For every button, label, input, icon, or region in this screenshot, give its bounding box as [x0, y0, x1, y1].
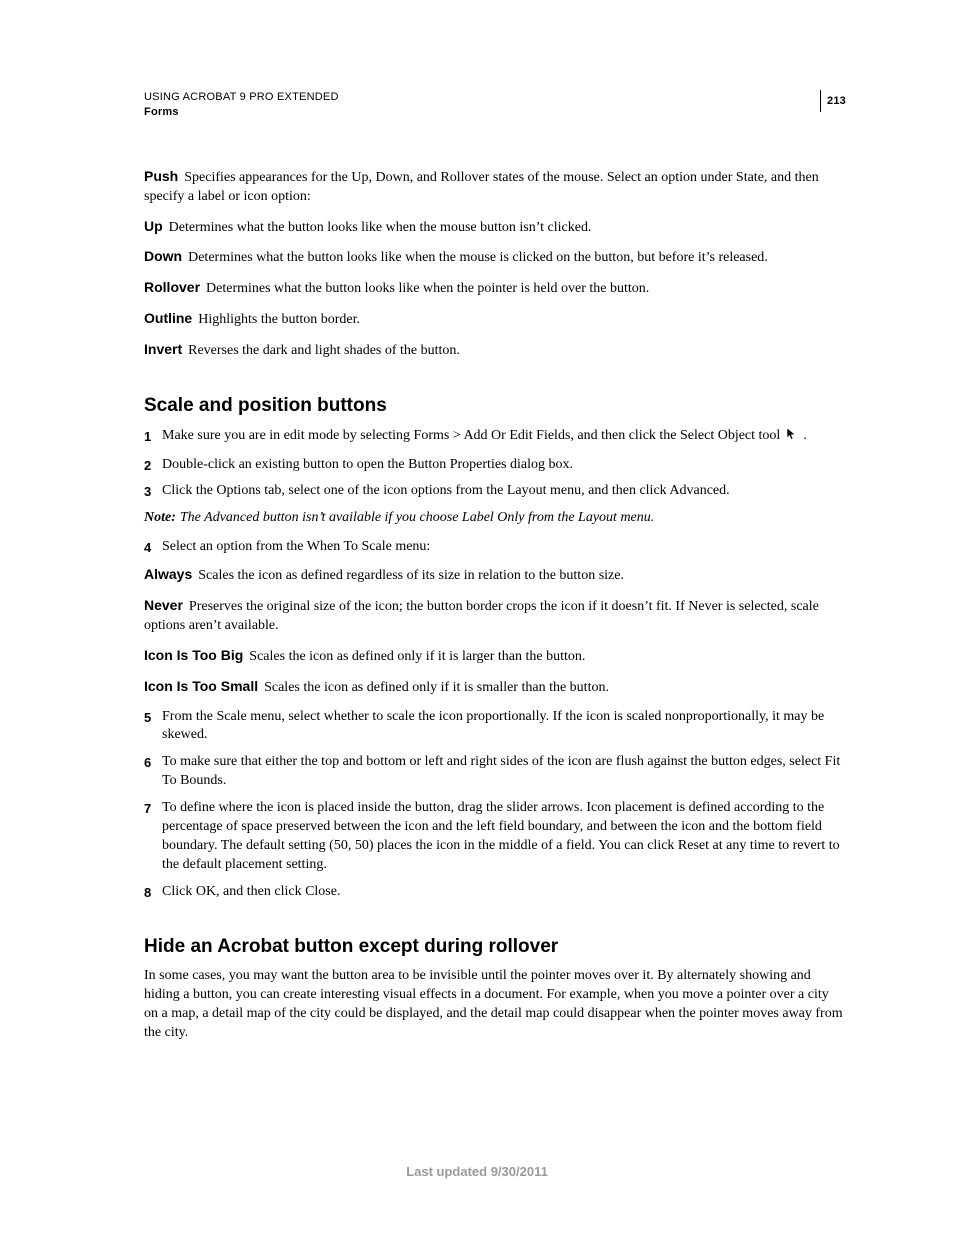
step-number: 2: [144, 456, 162, 475]
step-text: Make sure you are in edit mode by select…: [162, 427, 846, 448]
note-text: The Advanced button isn’t available if y…: [180, 510, 654, 525]
term-label: Up: [144, 218, 169, 234]
term-text: Determines what the button looks like wh…: [188, 250, 768, 265]
paragraph: In some cases, you may want the button a…: [144, 967, 846, 1043]
heading-hide-rollover: Hide an Acrobat button except during rol…: [144, 934, 846, 960]
page-number: 213: [827, 95, 846, 107]
definition-list-2: AlwaysScales the icon as defined regardl…: [144, 565, 846, 697]
step-number: 7: [144, 799, 162, 875]
doc-title: USING ACROBAT 9 PRO EXTENDED: [144, 90, 339, 105]
term-icon-too-big: Icon Is Too BigScales the icon as define…: [144, 646, 846, 667]
term-label: Icon Is Too Big: [144, 647, 249, 663]
header-divider: [820, 90, 821, 112]
step-number: 3: [144, 482, 162, 501]
step-text: Double-click an existing button to open …: [162, 456, 846, 475]
term-always: AlwaysScales the icon as defined regardl…: [144, 565, 846, 586]
step-text-tail: .: [800, 428, 807, 443]
step-7: 7To define where the icon is placed insi…: [144, 799, 846, 875]
term-label: Always: [144, 566, 198, 582]
footer-last-updated: Last updated 9/30/2011: [0, 1164, 954, 1179]
term-text: Preserves the original size of the icon;…: [144, 599, 819, 633]
term-text: Specifies appearances for the Up, Down, …: [144, 170, 819, 204]
term-text: Highlights the button border.: [198, 312, 360, 327]
step-3: 3Click the Options tab, select one of th…: [144, 482, 846, 501]
term-label: Never: [144, 597, 189, 613]
term-text: Scales the icon as defined regardless of…: [198, 568, 624, 583]
step-6: 6To make sure that either the top and bo…: [144, 753, 846, 791]
term-text: Reverses the dark and light shades of th…: [188, 343, 460, 358]
term-push: PushSpecifies appearances for the Up, Do…: [144, 167, 846, 207]
step-text: Click OK, and then click Close.: [162, 883, 846, 902]
step-text: Select an option from the When To Scale …: [162, 538, 846, 557]
term-label: Down: [144, 248, 188, 264]
step-text: To make sure that either the top and bot…: [162, 753, 846, 791]
step-number: 8: [144, 883, 162, 902]
heading-scale-position: Scale and position buttons: [144, 393, 846, 419]
definition-list-1: PushSpecifies appearances for the Up, Do…: [144, 167, 846, 361]
term-text: Determines what the button looks like wh…: [206, 281, 649, 296]
step-1: 1 Make sure you are in edit mode by sele…: [144, 427, 846, 448]
term-down: DownDetermines what the button looks lik…: [144, 247, 846, 268]
body: PushSpecifies appearances for the Up, Do…: [144, 167, 846, 1043]
term-text: Scales the icon as defined only if it is…: [249, 649, 585, 664]
term-label: Invert: [144, 341, 188, 357]
page-header: USING ACROBAT 9 PRO EXTENDED Forms 213: [144, 90, 846, 121]
term-text: Scales the icon as defined only if it is…: [264, 680, 609, 695]
step-5: 5From the Scale menu, select whether to …: [144, 708, 846, 746]
step-number: 6: [144, 753, 162, 791]
term-up: UpDetermines what the button looks like …: [144, 217, 846, 238]
step-number: 1: [144, 427, 162, 448]
term-invert: InvertReverses the dark and light shades…: [144, 340, 846, 361]
note-label: Note:: [144, 510, 180, 525]
term-text: Determines what the button looks like wh…: [169, 220, 592, 235]
step-text-span: Make sure you are in edit mode by select…: [162, 428, 780, 443]
step-number: 4: [144, 538, 162, 557]
term-outline: OutlineHighlights the button border.: [144, 309, 846, 330]
header-right: 213: [810, 90, 846, 112]
header-left: USING ACROBAT 9 PRO EXTENDED Forms: [144, 90, 339, 121]
term-label: Push: [144, 168, 184, 184]
note: Note:The Advanced button isn’t available…: [144, 509, 846, 528]
term-label: Rollover: [144, 279, 206, 295]
page-content: USING ACROBAT 9 PRO EXTENDED Forms 213 P…: [0, 0, 954, 1043]
step-text: To define where the icon is placed insid…: [162, 799, 846, 875]
term-never: NeverPreserves the original size of the …: [144, 596, 846, 636]
step-text: Click the Options tab, select one of the…: [162, 482, 846, 501]
step-number: 5: [144, 708, 162, 746]
term-icon-too-small: Icon Is Too SmallScales the icon as defi…: [144, 677, 846, 698]
step-2: 2Double-click an existing button to open…: [144, 456, 846, 475]
step-8: 8Click OK, and then click Close.: [144, 883, 846, 902]
term-label: Outline: [144, 310, 198, 326]
select-object-cursor-icon: [786, 427, 798, 448]
term-label: Icon Is Too Small: [144, 678, 264, 694]
term-rollover: RolloverDetermines what the button looks…: [144, 278, 846, 299]
step-text: From the Scale menu, select whether to s…: [162, 708, 846, 746]
step-4: 4Select an option from the When To Scale…: [144, 538, 846, 557]
doc-section: Forms: [144, 105, 339, 120]
